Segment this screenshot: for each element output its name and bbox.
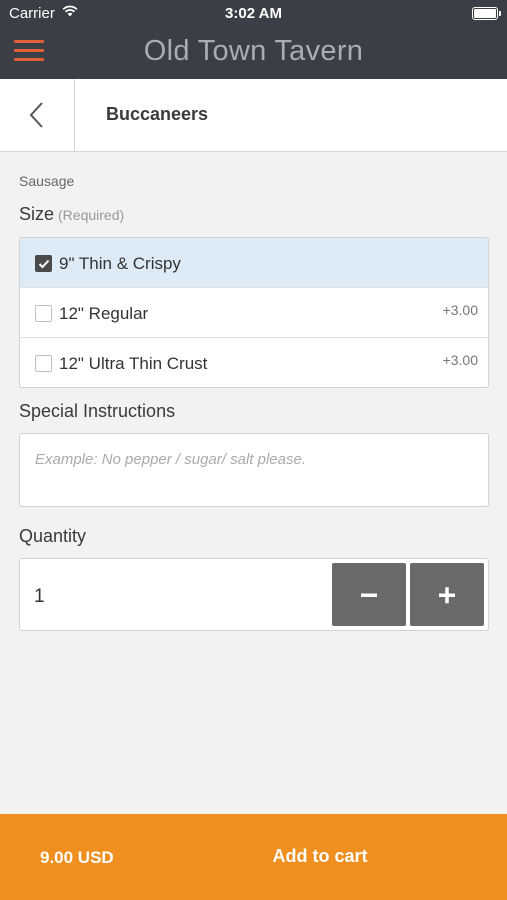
size-option-12-regular[interactable]: 12" Regular +3.00 [20,288,488,338]
item-title: Buccaneers [106,104,209,124]
special-instructions-title: Special Instructions [19,401,176,421]
quantity-title: Quantity [19,526,87,546]
checkbox-checked[interactable] [35,255,52,272]
top-bar: Carrier 3:02 AM Old Town Tavern [0,0,507,79]
size-title-text: Size [19,204,55,224]
check-icon [38,259,50,269]
option-price: +3.00 [442,352,478,368]
topping-label: Sausage [19,173,75,189]
status-time: 3:02 AM [225,5,282,22]
checkbox[interactable] [35,305,52,322]
back-button[interactable] [0,79,75,151]
checkbox[interactable] [35,355,52,372]
quantity-stepper: 1 [19,558,489,631]
decrease-quantity-button[interactable] [332,563,406,626]
increase-quantity-button[interactable] [410,563,484,626]
required-label: (Required) [58,207,125,223]
item-header: Buccaneers [0,79,507,152]
size-options: 9" Thin & Crispy 12" Regular +3.00 12" U… [19,237,489,388]
size-title: Size (Required) [19,204,124,225]
chevron-left-icon [29,102,43,128]
quantity-value[interactable]: 1 [34,586,45,608]
size-option-9-thin-crispy[interactable]: 9" Thin & Crispy [20,238,488,288]
option-label: 9" Thin & Crispy [59,254,181,273]
option-price: +3.00 [442,302,478,318]
add-to-cart-button[interactable]: Add to cart [230,814,410,900]
special-instructions-input[interactable] [19,433,489,507]
plus-icon [439,587,455,604]
battery-icon [472,7,501,20]
status-bar: Carrier 3:02 AM [0,0,507,28]
minus-icon [361,593,377,597]
option-label: 12" Ultra Thin Crust [59,354,208,373]
size-option-12-ultra-thin[interactable]: 12" Ultra Thin Crust +3.00 [20,338,488,387]
option-label: 12" Regular [59,304,149,323]
cart-footer: 9.00 USD Add to cart [0,814,507,900]
app-title: Old Town Tavern [143,35,364,67]
total-price: 9.00 USD [40,848,114,867]
